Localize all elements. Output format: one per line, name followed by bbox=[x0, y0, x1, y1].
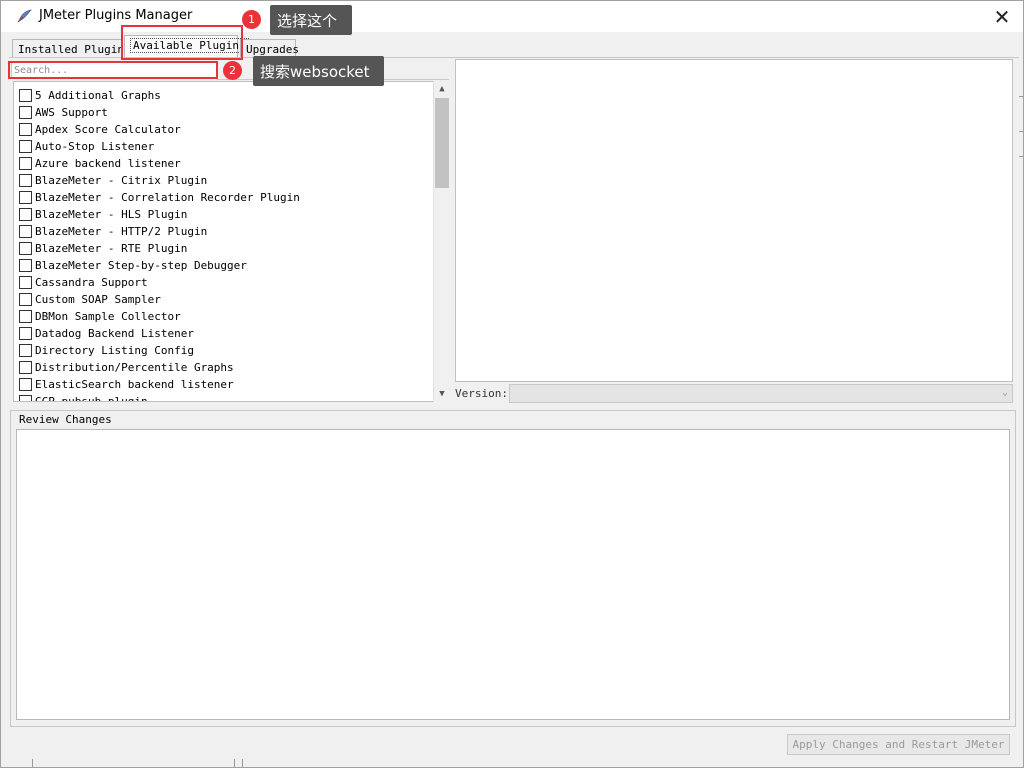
plugin-label: Cassandra Support bbox=[35, 276, 148, 289]
plugin-checkbox[interactable] bbox=[19, 140, 32, 153]
chevron-down-icon: ⌄ bbox=[1001, 387, 1008, 398]
background-divider bbox=[1019, 96, 1024, 97]
tab-label: Installed Plugins bbox=[18, 43, 131, 56]
annotation-step-badge: 2 bbox=[223, 61, 242, 80]
list-item[interactable]: Apdex Score Calculator bbox=[19, 121, 181, 138]
plugin-checkbox[interactable] bbox=[19, 293, 32, 306]
plugin-checkbox[interactable] bbox=[19, 225, 32, 238]
plugin-label: BlazeMeter - Correlation Recorder Plugin bbox=[35, 191, 300, 204]
list-item[interactable]: DBMon Sample Collector bbox=[19, 308, 181, 325]
list-item[interactable]: 5 Additional Graphs bbox=[19, 87, 161, 104]
list-item[interactable]: Distribution/Percentile Graphs bbox=[19, 359, 234, 376]
plugin-checkbox[interactable] bbox=[19, 259, 32, 272]
apply-restart-button[interactable]: Apply Changes and Restart JMeter bbox=[787, 734, 1010, 755]
plugin-label: Auto-Stop Listener bbox=[35, 140, 155, 153]
list-item[interactable]: Cassandra Support bbox=[19, 274, 148, 291]
list-item[interactable]: GCP pubsub plugin bbox=[19, 393, 148, 402]
plugin-label: Distribution/Percentile Graphs bbox=[35, 361, 234, 374]
tab-upgrades[interactable]: Upgrades bbox=[240, 39, 299, 57]
list-item[interactable]: Datadog Backend Listener bbox=[19, 325, 194, 342]
plugins-manager-window: JMeter Plugins Manager ✕ Installed Plugi… bbox=[0, 0, 1024, 768]
close-icon: ✕ bbox=[993, 4, 1011, 29]
background-divider bbox=[1019, 131, 1024, 132]
plugin-label: 5 Additional Graphs bbox=[35, 89, 161, 102]
background-divider bbox=[234, 759, 235, 768]
list-item[interactable]: Auto-Stop Listener bbox=[19, 138, 154, 155]
list-item[interactable]: Directory Listing Config bbox=[19, 342, 194, 359]
plugin-list-scrollbar[interactable]: ▲ ▼ bbox=[433, 81, 450, 402]
plugin-checkbox[interactable] bbox=[19, 106, 32, 119]
plugin-label: BlazeMeter - Citrix Plugin bbox=[35, 174, 208, 187]
list-item[interactable]: ElasticSearch backend listener bbox=[19, 376, 234, 393]
plugin-checkbox[interactable] bbox=[19, 89, 32, 102]
version-label: Version: bbox=[455, 387, 508, 400]
annotation-callout: 选择这个 bbox=[270, 5, 352, 35]
background-divider bbox=[242, 759, 243, 768]
plugin-checkbox[interactable] bbox=[19, 242, 32, 255]
list-item[interactable]: Azure backend listener bbox=[19, 155, 181, 172]
plugin-checkbox[interactable] bbox=[19, 157, 32, 170]
tab-label: Upgrades bbox=[246, 43, 299, 56]
plugin-checkbox[interactable] bbox=[19, 276, 32, 289]
version-select[interactable]: ⌄ bbox=[509, 384, 1013, 403]
plugin-details-panel bbox=[455, 59, 1013, 382]
plugin-checkbox[interactable] bbox=[19, 191, 32, 204]
plugin-label: DBMon Sample Collector bbox=[35, 310, 181, 323]
plugin-label: Azure backend listener bbox=[35, 157, 181, 170]
plugin-checkbox[interactable] bbox=[19, 123, 32, 136]
list-item[interactable]: BlazeMeter Step-by-step Debugger bbox=[19, 257, 247, 274]
plugin-label: Datadog Backend Listener bbox=[35, 327, 194, 340]
window-title: JMeter Plugins Manager bbox=[39, 8, 193, 23]
plugin-checkbox[interactable] bbox=[19, 174, 32, 187]
close-button[interactable]: ✕ bbox=[987, 1, 1017, 32]
plugin-label: Custom SOAP Sampler bbox=[35, 293, 161, 306]
tab-installed-plugins[interactable]: Installed Plugins bbox=[12, 39, 131, 57]
review-changes-title: Review Changes bbox=[17, 413, 114, 426]
annotation-highlight-tab bbox=[121, 25, 243, 60]
plugin-label: ElasticSearch backend listener bbox=[35, 378, 234, 391]
chevron-down-icon: ▼ bbox=[439, 389, 445, 399]
scroll-thumb[interactable] bbox=[435, 98, 449, 188]
plugin-label: BlazeMeter - HTTP/2 Plugin bbox=[35, 225, 208, 238]
scroll-down-button[interactable]: ▼ bbox=[434, 386, 450, 402]
plugin-checkbox[interactable] bbox=[19, 344, 32, 357]
plugin-checkbox[interactable] bbox=[19, 208, 32, 221]
annotation-callout: 搜索websocket bbox=[253, 56, 384, 86]
chevron-up-icon: ▲ bbox=[439, 84, 445, 94]
background-divider bbox=[1019, 156, 1024, 157]
plugin-checkbox[interactable] bbox=[19, 395, 32, 401]
plugin-label: Directory Listing Config bbox=[35, 344, 194, 357]
plugin-checkbox[interactable] bbox=[19, 327, 32, 340]
list-item[interactable]: Custom SOAP Sampler bbox=[19, 291, 161, 308]
plugin-list[interactable]: 5 Additional Graphs AWS Support Apdex Scor… bbox=[13, 81, 450, 402]
scroll-up-button[interactable]: ▲ bbox=[434, 81, 450, 97]
plugin-label: BlazeMeter Step-by-step Debugger bbox=[35, 259, 247, 272]
annotation-step-badge: 1 bbox=[242, 10, 261, 29]
plugin-label: BlazeMeter - RTE Plugin bbox=[35, 242, 188, 255]
review-changes-textarea[interactable] bbox=[16, 429, 1010, 720]
plugin-checkbox[interactable] bbox=[19, 361, 32, 374]
plugin-label: AWS Support bbox=[35, 106, 108, 119]
jmeter-feather-icon bbox=[17, 9, 32, 23]
plugin-label: BlazeMeter - HLS Plugin bbox=[35, 208, 188, 221]
list-item[interactable]: BlazeMeter - RTE Plugin bbox=[19, 240, 187, 257]
plugin-checkbox[interactable] bbox=[19, 378, 32, 391]
annotation-highlight-search bbox=[8, 61, 218, 79]
list-item[interactable]: BlazeMeter - Citrix Plugin bbox=[19, 172, 207, 189]
plugin-label: Apdex Score Calculator bbox=[35, 123, 181, 136]
background-divider bbox=[32, 759, 33, 768]
plugin-label: GCP pubsub plugin bbox=[35, 395, 148, 402]
list-item[interactable]: BlazeMeter - Correlation Recorder Plugin bbox=[19, 189, 300, 206]
list-item[interactable]: AWS Support bbox=[19, 104, 108, 121]
list-item[interactable]: BlazeMeter - HTTP/2 Plugin bbox=[19, 223, 207, 240]
plugin-checkbox[interactable] bbox=[19, 310, 32, 323]
list-item[interactable]: BlazeMeter - HLS Plugin bbox=[19, 206, 187, 223]
